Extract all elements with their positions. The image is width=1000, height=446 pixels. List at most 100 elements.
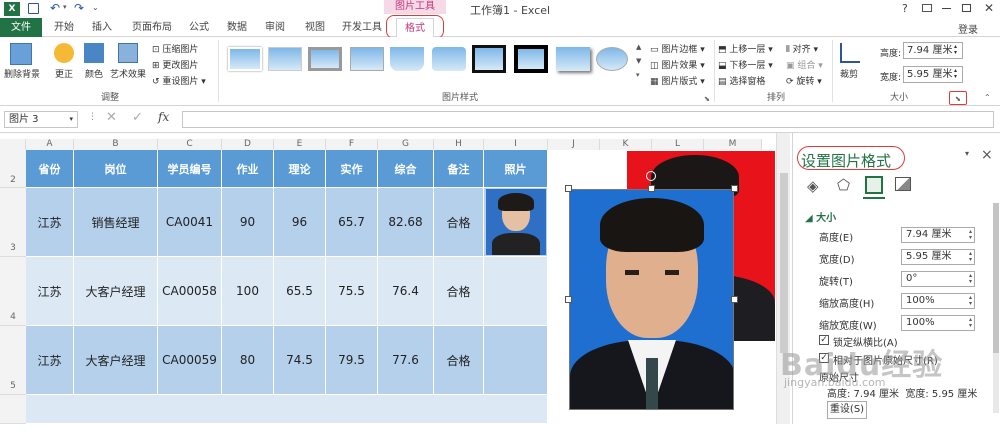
formula-input[interactable]	[182, 111, 994, 128]
table-cell[interactable]: 90	[222, 188, 274, 257]
table-cell[interactable]: 合格	[434, 188, 484, 257]
spinner-icon[interactable]: ▴ ▾	[969, 317, 972, 329]
column-header[interactable]: I	[484, 139, 548, 150]
resize-handle[interactable]	[731, 185, 738, 192]
scrollbar-thumb[interactable]	[780, 173, 788, 353]
gallery-more-icon[interactable]: ▾	[636, 71, 640, 79]
style-thumb[interactable]	[556, 47, 590, 71]
table-cell[interactable]: 74.5	[274, 326, 326, 395]
table-cell[interactable]: 100	[222, 257, 274, 326]
table-header-cell[interactable]: 综合	[378, 150, 434, 188]
table-header-cell[interactable]: 省份	[26, 150, 74, 188]
table-cell[interactable]: 77.6	[378, 326, 434, 395]
table-cell[interactable]: 82.68	[378, 188, 434, 257]
style-thumb[interactable]	[432, 47, 466, 71]
style-thumb[interactable]	[228, 47, 262, 71]
gallery-scroll-up-icon[interactable]: ▲	[636, 43, 641, 51]
resize-handle[interactable]	[648, 185, 655, 192]
styles-dialog-launcher-icon[interactable]: ⬊	[704, 95, 710, 103]
style-thumb[interactable]	[308, 47, 342, 71]
pane-scale-height-input[interactable]: 100% ▴ ▾	[901, 293, 975, 309]
table-cell[interactable]: 大客户经理	[74, 257, 158, 326]
column-header[interactable]: G	[378, 139, 434, 150]
student-photo-small[interactable]	[486, 189, 546, 255]
remove-background-button[interactable]: 删除背景	[2, 67, 42, 80]
reset-button[interactable]: 重设(S)	[827, 401, 867, 419]
table-cell[interactable]: 75.5	[326, 257, 378, 326]
column-header[interactable]: E	[274, 139, 326, 150]
style-thumb[interactable]	[514, 45, 548, 73]
spinner-icon[interactable]: ▴ ▾	[969, 273, 972, 285]
table-cell[interactable]: CA0041	[158, 188, 222, 257]
align-button[interactable]: ⫴ 对齐 ▾	[786, 42, 818, 55]
table-cell[interactable]: 合格	[434, 326, 484, 395]
resize-handle[interactable]	[565, 185, 572, 192]
corrections-sun-icon[interactable]	[54, 43, 74, 63]
tab-insert[interactable]: 插入	[86, 18, 118, 37]
table-cell[interactable]	[26, 395, 548, 424]
table-cell[interactable]	[484, 257, 548, 326]
rotate-button[interactable]: ⟳ 旋转 ▾	[786, 74, 822, 87]
customize-qat-icon[interactable]: ⌄	[92, 3, 99, 12]
remove-background-icon[interactable]	[10, 43, 32, 65]
artistic-effects-icon[interactable]	[118, 43, 138, 63]
column-header[interactable]: J	[548, 139, 600, 150]
ribbon-width-spin[interactable]: ▴ ▾	[954, 68, 957, 80]
tab-file[interactable]: 文件	[0, 18, 42, 37]
table-cell[interactable]: 65.5	[274, 257, 326, 326]
tab-home[interactable]: 开始	[48, 18, 80, 37]
help-icon[interactable]: ?	[902, 2, 908, 15]
table-cell[interactable]: 销售经理	[74, 188, 158, 257]
name-box[interactable]: 图片 3 ▾	[4, 111, 78, 128]
table-cell[interactable]: 江苏	[26, 326, 74, 395]
tab-developer[interactable]: 开发工具	[338, 18, 386, 37]
undo-icon[interactable]: ↶	[50, 1, 60, 15]
effects-pentagon-icon[interactable]: ⬠	[837, 176, 850, 194]
pane-scale-width-input[interactable]: 100% ▴ ▾	[901, 315, 975, 331]
pane-close-icon[interactable]: ×	[981, 147, 993, 163]
tab-page-layout[interactable]: 页面布局	[126, 18, 178, 37]
restore-icon[interactable]	[962, 4, 971, 12]
close-icon[interactable]: ✕	[984, 1, 994, 15]
minimize-icon[interactable]	[942, 8, 951, 9]
table-cell[interactable]: 合格	[434, 257, 484, 326]
column-header[interactable]: B	[74, 139, 158, 150]
table-header-cell[interactable]: 作业	[222, 150, 274, 188]
spinner-icon[interactable]: ▴ ▾	[969, 295, 972, 307]
table-cell[interactable]: 96	[274, 188, 326, 257]
pane-height-input[interactable]: 7.94 厘米 ▴ ▾	[901, 227, 975, 243]
login-link[interactable]: 登录	[958, 21, 978, 36]
reset-picture-button[interactable]: ↺ 重设图片 ▾	[152, 74, 206, 87]
bring-forward-button[interactable]: ⬒ 上移一层 ▾	[718, 42, 773, 55]
resize-handle[interactable]	[565, 296, 572, 303]
column-header[interactable]: M	[704, 139, 762, 150]
table-header-cell[interactable]: 备注	[434, 150, 484, 188]
color-icon[interactable]	[84, 43, 104, 63]
group-button[interactable]: ▣ 组合 ▾	[786, 58, 823, 71]
table-header-cell[interactable]: 岗位	[74, 150, 158, 188]
column-header[interactable]: H	[434, 139, 484, 150]
table-cell[interactable]: 大客户经理	[74, 326, 158, 395]
worksheet[interactable]: A B C D E F G H I J K L M 2 3 4 5 省份 岗位 …	[0, 133, 792, 424]
resize-handle[interactable]	[731, 296, 738, 303]
picture-border-button[interactable]: ▭ 图片边框 ▾	[650, 42, 705, 55]
row-header[interactable]: 4	[0, 257, 26, 326]
table-cell[interactable]: 江苏	[26, 257, 74, 326]
picture-effects-button[interactable]: ◫ 图片效果 ▾	[650, 58, 705, 71]
column-header[interactable]: K	[600, 139, 652, 150]
enter-icon[interactable]: ✓	[132, 110, 143, 125]
selected-photo[interactable]	[569, 189, 734, 410]
pane-scrollbar[interactable]	[993, 203, 999, 413]
row-header[interactable]: 5	[0, 326, 26, 395]
table-cell[interactable]: 76.4	[378, 257, 434, 326]
gallery-scroll-down-icon[interactable]: ▼	[636, 57, 641, 65]
row-header[interactable]: 3	[0, 188, 26, 257]
table-cell[interactable]	[484, 326, 548, 395]
ribbon-height-spin[interactable]: ▴ ▾	[954, 44, 957, 56]
selection-pane-button[interactable]: ▤ 选择窗格	[718, 74, 765, 87]
ribbon-display-icon[interactable]	[922, 4, 932, 12]
save-icon[interactable]	[28, 3, 39, 14]
fill-line-icon[interactable]: ◈	[807, 177, 819, 195]
table-cell[interactable]: 80	[222, 326, 274, 395]
table-header-cell[interactable]: 照片	[484, 150, 548, 188]
